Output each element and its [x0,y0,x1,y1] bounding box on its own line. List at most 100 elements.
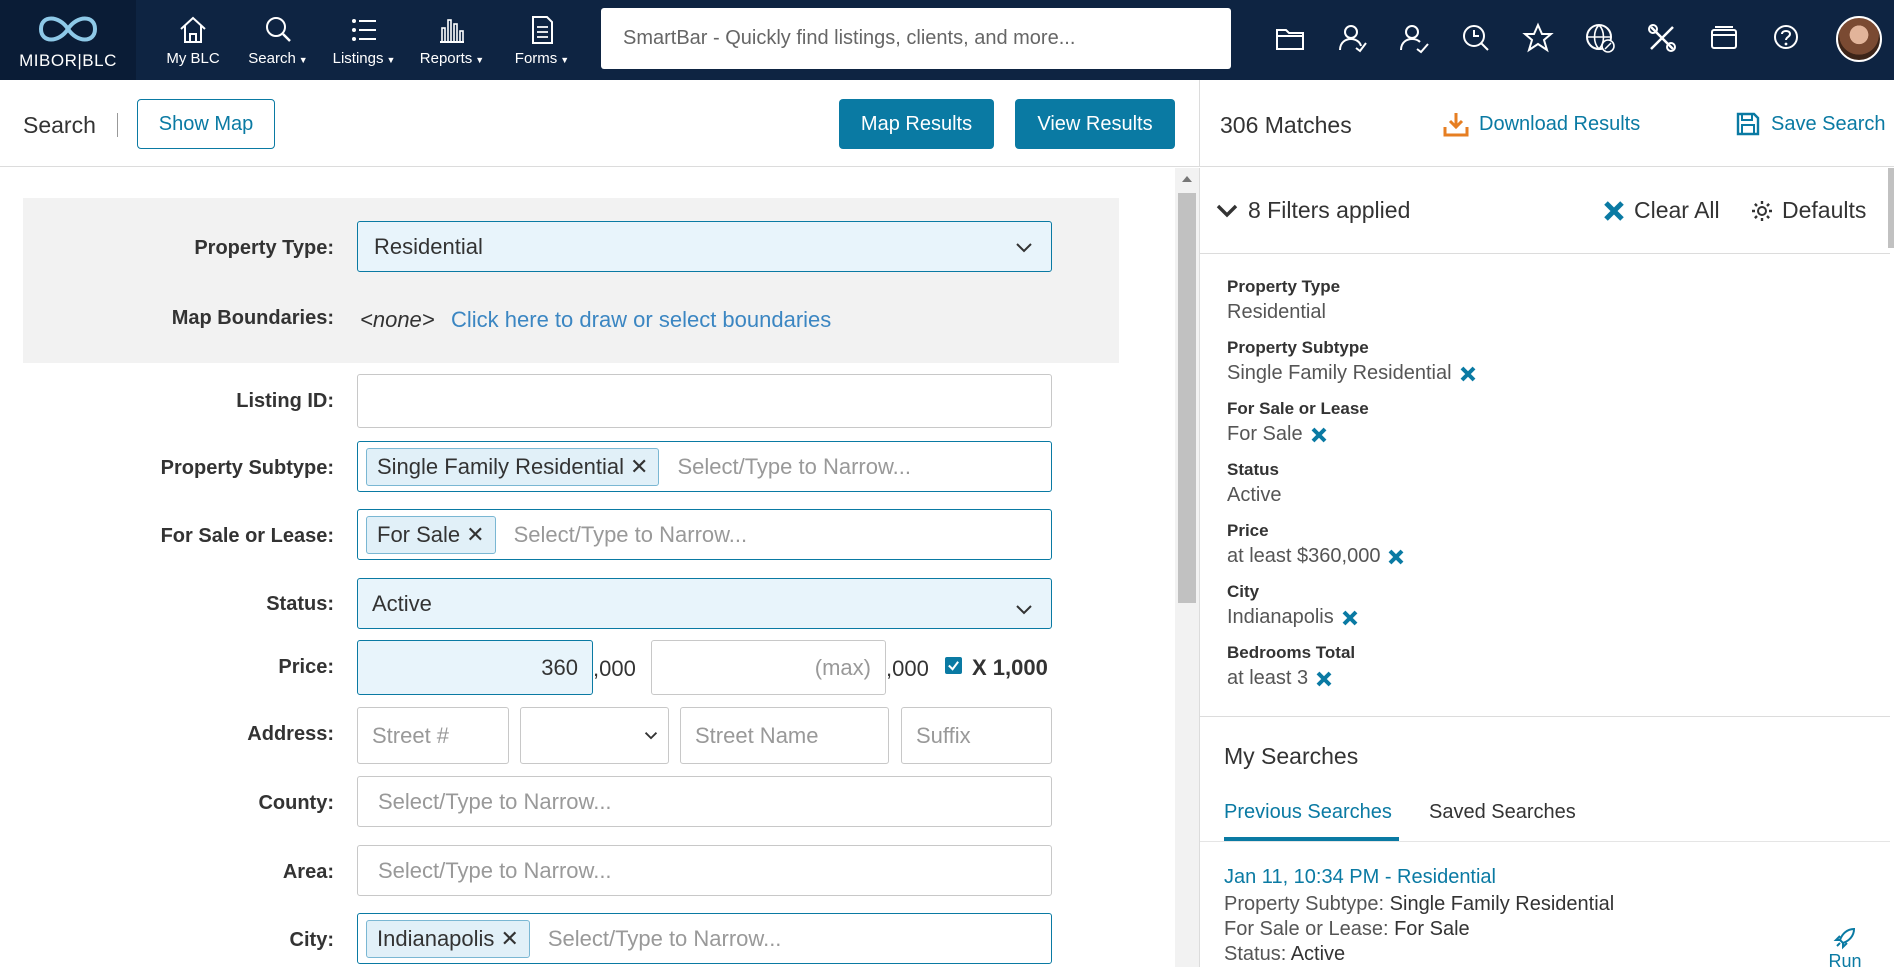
mibor-blc-logo[interactable]: MIBOR|BLC [0,0,136,80]
show-map-button[interactable]: Show Map [137,99,275,149]
tag-label: Indianapolis [377,925,495,951]
globe-percent-icon[interactable] [1582,20,1618,56]
price-max-input[interactable] [652,641,885,694]
draw-boundaries-link[interactable]: Click here to draw or select boundaries [451,307,831,333]
remove-filter-icon[interactable] [1388,549,1404,565]
property-type-select[interactable]: Residential [357,221,1052,272]
previous-search-link[interactable]: Jan 11, 10:34 PM - Residential [1224,866,1496,889]
filter-label: Status [1227,460,1279,479]
filter-value-text: Active [1227,484,1282,506]
map-results-button[interactable]: Map Results [839,99,994,149]
tab-previous-searches[interactable]: Previous Searches [1224,801,1392,824]
street-name-field[interactable] [680,707,889,764]
city-input[interactable] [547,925,1051,952]
star-icon[interactable] [1520,20,1556,56]
listing-id-field[interactable] [357,374,1052,428]
remove-filter-icon[interactable] [1342,610,1358,626]
user-avatar[interactable] [1836,16,1882,62]
agent-icon[interactable] [1396,20,1432,56]
clear-all-button[interactable]: Clear All [1602,197,1720,224]
smartbar-input[interactable] [601,8,1231,69]
folder-icon[interactable] [1272,20,1308,56]
download-results-link[interactable]: Download Results [1443,111,1640,137]
filters-divider [1200,716,1890,717]
client-icon[interactable] [1334,20,1370,56]
thousands-checkbox[interactable] [945,657,962,674]
street-number-field[interactable] [357,707,509,764]
remove-tag-icon[interactable]: ✕ [500,926,518,952]
sale-lease-input[interactable] [513,521,1051,548]
tools-icon[interactable] [1644,20,1680,56]
map-boundaries-label: Map Boundaries: [171,307,334,329]
street-suffix-input[interactable] [902,708,1051,763]
tab-saved-searches[interactable]: Saved Searches [1429,801,1576,824]
nav-my-blc[interactable]: My BLC [148,0,238,80]
remove-filter-icon[interactable] [1460,366,1476,382]
map-boundaries-none: <none> [360,307,435,332]
rocket-icon [1833,927,1856,950]
view-results-button[interactable]: View Results [1015,99,1175,149]
area-field[interactable] [357,845,1052,896]
bar-chart-icon [440,18,464,43]
help-icon[interactable] [1768,20,1804,56]
street-number-input[interactable] [358,708,508,763]
remove-filter-icon[interactable] [1316,671,1332,687]
street-direction-select[interactable] [520,707,669,764]
tag-label: Single Family Residential [377,453,624,479]
county-field[interactable] [357,776,1052,827]
filters-toggle[interactable]: 8 Filters applied [1216,197,1410,224]
property-subtype-input[interactable] [677,453,1051,480]
remove-tag-icon[interactable]: ✕ [466,522,484,548]
detail-value: Active [1290,943,1346,965]
previous-search-detail: For Sale or Lease: For Sale [1224,918,1470,941]
history-icon[interactable] [1458,20,1494,56]
filter-value-text: at least 3 [1227,667,1309,689]
price-min-field[interactable] [357,640,593,695]
defaults-label: Defaults [1782,197,1867,223]
chevron-down-icon [1016,242,1032,252]
sale-lease-field[interactable]: For Sale ✕ [357,509,1052,560]
previous-search-detail: Status: Active [1224,943,1345,966]
save-search-link[interactable]: Save Search [1735,111,1886,137]
street-name-input[interactable] [681,708,888,763]
filter-value: Active [1227,484,1281,507]
windows-icon[interactable] [1706,20,1742,56]
city-field[interactable]: Indianapolis ✕ [357,913,1052,964]
listing-id-input[interactable] [358,375,1051,427]
remove-tag-icon[interactable]: ✕ [630,454,648,480]
street-suffix-field[interactable] [901,707,1052,764]
status-label: Status: [266,593,334,615]
scroll-up-arrow-icon[interactable] [1182,176,1192,182]
remove-filter-icon[interactable] [1311,427,1327,443]
list-icon [352,18,376,41]
filter-value-text: Single Family Residential [1227,362,1452,384]
property-type-label: Property Type: [194,237,334,259]
nav-listings[interactable]: Listings ▼ [322,0,406,80]
download-icon [1443,113,1469,137]
property-subtype-field[interactable]: Single Family Residential ✕ [357,441,1052,492]
property-subtype-label: Property Subtype: [160,457,334,479]
scrollbar-thumb[interactable] [1178,193,1196,603]
chevron-down-icon [1016,605,1032,615]
nav-reports[interactable]: Reports ▼ [410,0,494,80]
caret-down-icon: ▼ [560,54,570,65]
form-scrollbar[interactable] [1175,168,1199,967]
detail-key: Property Subtype: [1224,893,1385,915]
detail-key: Status: [1224,943,1287,965]
filter-label: Property Type [1227,277,1341,296]
area-label: Area: [282,861,334,883]
nav-search[interactable]: Search ▼ [236,0,320,80]
filters-scrollbar[interactable] [1888,168,1894,248]
area-input[interactable] [358,846,1051,895]
price-min-input[interactable] [358,641,592,694]
nav-label: My BLC [166,49,220,67]
filter-value: Single Family Residential [1227,362,1476,385]
filter-value-text: Residential [1227,301,1326,323]
status-select[interactable]: Active [357,578,1052,629]
price-max-field[interactable] [651,640,886,695]
run-search-button[interactable]: Run [1825,925,1865,967]
infinity-logo-icon [38,16,98,42]
county-input[interactable] [358,777,1051,826]
defaults-button[interactable]: Defaults [1750,197,1866,224]
nav-forms[interactable]: Forms ▼ [500,0,584,80]
